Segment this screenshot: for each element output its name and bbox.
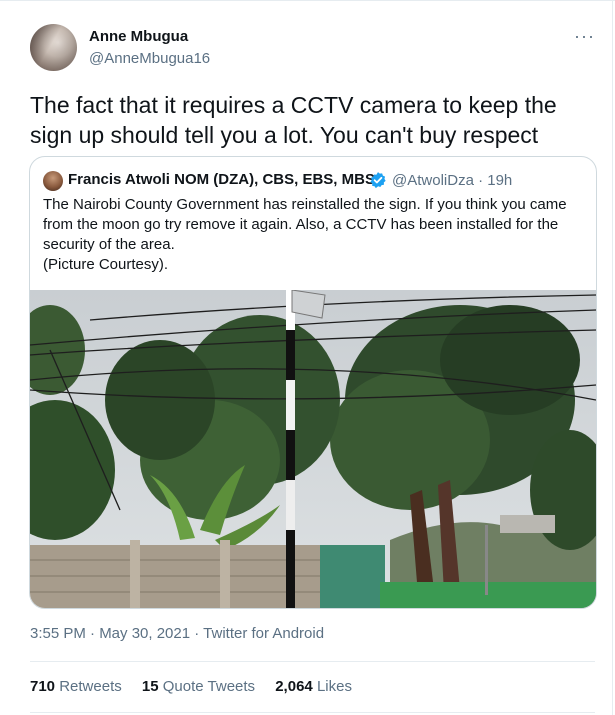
author-handle[interactable]: @AnneMbugua16 [89, 50, 210, 67]
more-options-icon[interactable]: ··· [574, 26, 595, 47]
quotes-count: 15 [141, 678, 159, 695]
likes-stat[interactable]: 2,064 Likes [275, 678, 352, 695]
quoted-text-credit: (Picture Courtesy). [43, 256, 169, 273]
divider [30, 712, 595, 713]
top-divider [0, 0, 615, 1]
quote-tweets-stat[interactable]: 15 Quote Tweets [142, 678, 255, 695]
source-link[interactable]: Twitter for Android [203, 625, 324, 642]
retweets-label: Retweets [59, 678, 122, 695]
quoted-tweet-card[interactable]: Francis Atwoli NOM (DZA), CBS, EBS, MBS.… [29, 156, 597, 609]
verified-badge-icon [370, 172, 386, 189]
quoted-tweet-text: The Nairobi County Government has reinst… [43, 195, 583, 275]
quotes-label: Quote Tweets [162, 678, 256, 695]
author-name[interactable]: Anne Mbugua [89, 28, 188, 45]
quoted-author-name[interactable]: Francis Atwoli NOM (DZA), CBS, EBS, MBS. [68, 171, 379, 188]
author-avatar[interactable] [30, 24, 77, 71]
quoted-handle-time[interactable]: @AtwoliDza · 19h [392, 172, 512, 189]
divider [30, 661, 595, 662]
retweets-count: 710 [30, 678, 56, 695]
retweets-stat[interactable]: 710 Retweets [30, 678, 122, 695]
quoted-text-body: The Nairobi County Government has reinst… [43, 196, 567, 253]
likes-label: Likes [316, 678, 352, 695]
time-date[interactable]: 3:55 PM · May 30, 2021 · [30, 625, 203, 642]
likes-count: 2,064 [275, 678, 313, 695]
tweet-text: The fact that it requires a CCTV camera … [30, 92, 557, 148]
engagement-stats: 710 Retweets 15 Quote Tweets 2,064 Likes [30, 678, 368, 695]
quoted-tweet-photo[interactable] [30, 290, 596, 608]
tweet-timestamp: 3:55 PM · May 30, 2021 · Twitter for And… [30, 625, 324, 642]
side-divider [612, 0, 613, 715]
quoted-author-avatar[interactable] [43, 171, 63, 191]
